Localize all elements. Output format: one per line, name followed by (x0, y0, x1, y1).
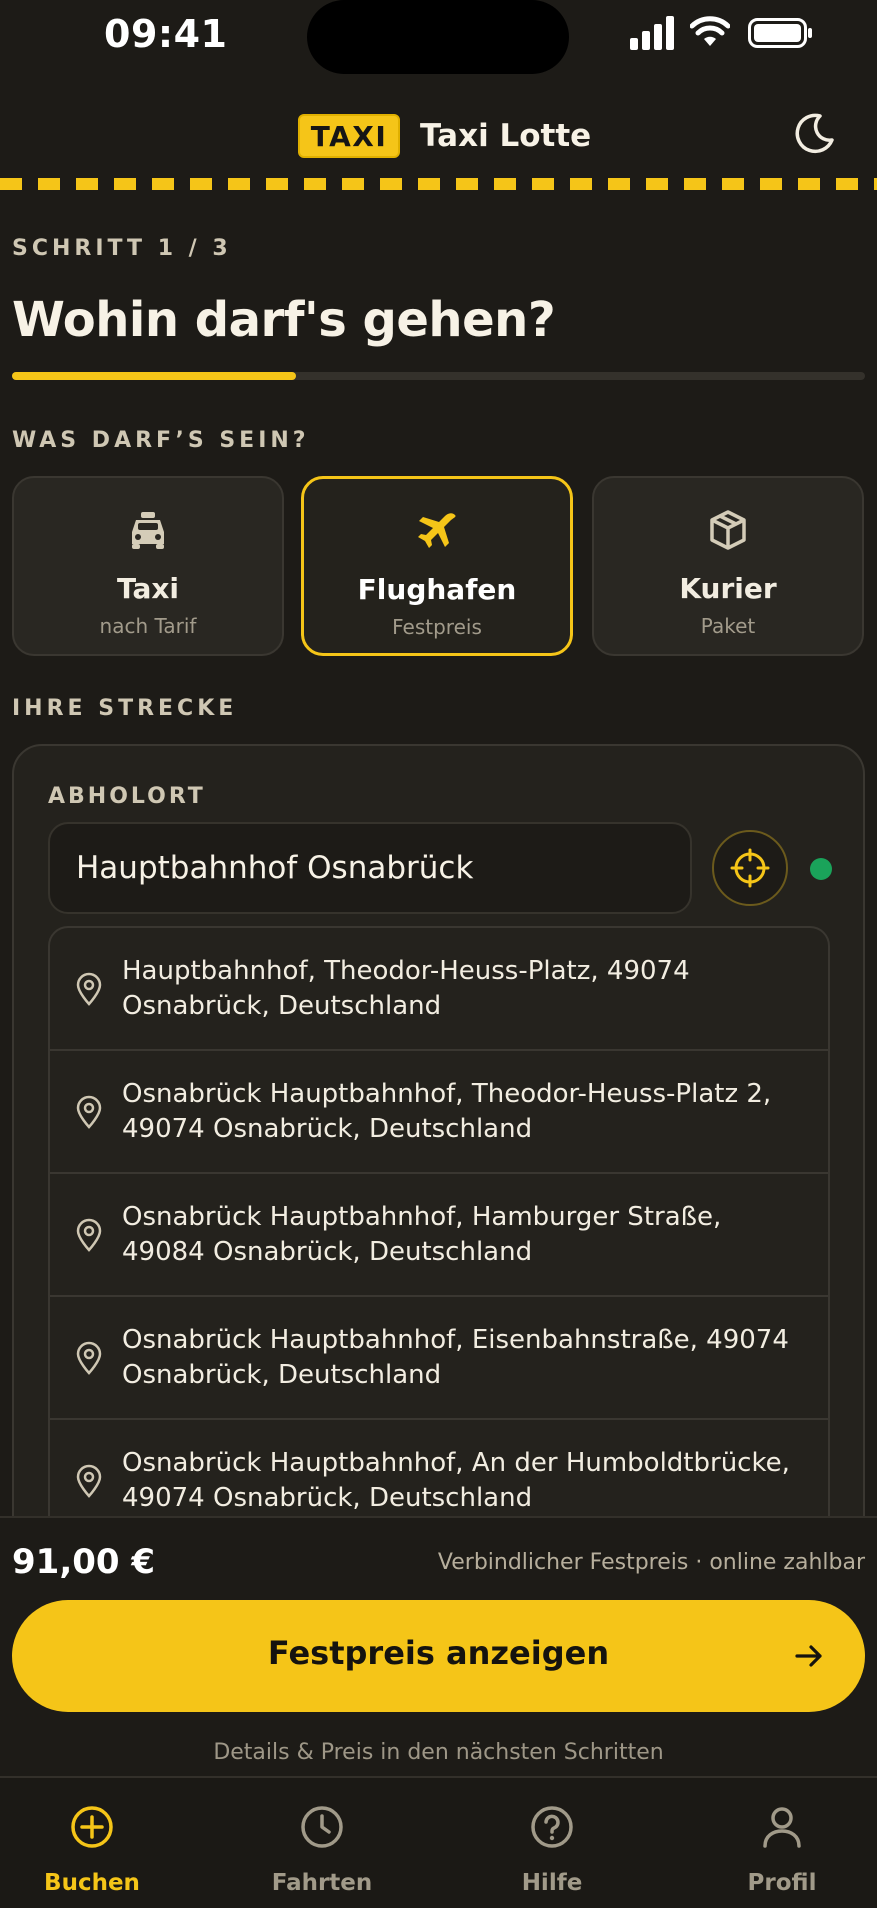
bottom-tab-bar: Buchen Fahrten Hilfe Profil (0, 1776, 877, 1908)
cta-label: Festpreis anzeigen (267, 1634, 610, 1672)
app-screen: 09:41 TAXI Taxi Lotte SCHRITT 1 / 3 Wohi… (0, 0, 877, 1908)
help-circle-icon (531, 1806, 573, 1848)
service-name: Kurier (679, 572, 777, 605)
service-name: Taxi (116, 572, 180, 605)
map-pin-icon (76, 1095, 102, 1129)
map-pin-icon (76, 1218, 102, 1252)
map-pin-icon (76, 1464, 102, 1498)
cellular-signal-icon (630, 16, 674, 50)
address-suggestions-list: Hauptbahnhof, Theodor-Heuss-Platz, 49074… (48, 926, 830, 1562)
clock-icon (301, 1806, 343, 1848)
price-footer: 91,00 € Verbindlicher Festpreis · online… (0, 1516, 877, 1778)
tab-hilfe[interactable]: Hilfe (452, 1778, 652, 1908)
car-icon (132, 512, 164, 549)
service-subtitle: Festpreis (392, 615, 482, 639)
status-time: 09:41 (104, 12, 228, 56)
app-header: TAXI Taxi Lotte (0, 86, 877, 178)
service-name: Flughafen (357, 573, 517, 606)
address-suggestion[interactable]: Osnabrück Hauptbahnhof, Theodor-Heuss-Pl… (50, 1051, 828, 1174)
arrow-right-icon (795, 1645, 822, 1667)
address-suggestion[interactable]: Hauptbahnhof, Theodor-Heuss-Platz, 49074… (50, 928, 828, 1051)
page-title: Wohin darf's gehen? (12, 292, 556, 348)
pickup-label: ABHOLORT (48, 784, 206, 809)
tab-buchen[interactable]: Buchen (0, 1778, 192, 1908)
price-note: Verbindlicher Festpreis · online zahlbar (437, 1550, 865, 1575)
tab-fahrten[interactable]: Fahrten (222, 1778, 422, 1908)
suggestion-text: Osnabrück Hauptbahnhof, Eisenbahnstraße,… (122, 1325, 789, 1390)
step-progress-bar (12, 372, 865, 380)
taxi-checker-stripe (0, 178, 877, 190)
step-indicator: SCHRITT 1 / 3 (12, 236, 232, 261)
suggestion-text: Osnabrück Hauptbahnhof, An der Humboldtb… (122, 1448, 790, 1513)
service-card-flughafen[interactable]: Flughafen Festpreis (301, 476, 573, 656)
app-title: Taxi Lotte (420, 118, 592, 154)
gps-status-dot (810, 858, 832, 880)
plus-circle-icon (71, 1806, 113, 1848)
address-suggestion[interactable]: Osnabrück Hauptbahnhof, Eisenbahnstraße,… (50, 1297, 828, 1420)
service-card-taxi[interactable]: Taxi nach Tarif (12, 476, 284, 656)
wifi-icon (690, 16, 730, 46)
taxi-logo-badge: TAXI (298, 114, 400, 158)
pickup-input[interactable]: Hauptbahnhof Osnabrück (48, 822, 692, 914)
service-subtitle: nach Tarif (99, 614, 197, 638)
step-progress-fill (12, 372, 297, 380)
locate-me-button[interactable] (712, 830, 788, 906)
battery-icon (748, 18, 812, 48)
tab-label: Hilfe (521, 1870, 583, 1896)
dynamic-island (307, 0, 569, 74)
price-value: 91,00 € (12, 1542, 156, 1582)
cta-hint: Details & Preis in den nächsten Schritte… (213, 1740, 664, 1765)
map-pin-icon (76, 1341, 102, 1375)
service-subtitle: Paket (700, 614, 756, 638)
user-icon (763, 1807, 801, 1848)
moon-icon[interactable] (790, 110, 838, 158)
package-icon (710, 510, 746, 550)
tab-label: Buchen (44, 1870, 140, 1896)
crosshair-icon (730, 848, 770, 888)
address-suggestion[interactable]: Osnabrück Hauptbahnhof, Hamburger Straße… (50, 1174, 828, 1297)
tab-label: Fahrten (271, 1870, 373, 1896)
route-card: ABHOLORT Hauptbahnhof Osnabrück Hauptbah… (12, 744, 865, 1564)
service-section-label: WAS DARF’S SEIN? (12, 428, 310, 453)
tab-label: Profil (747, 1870, 817, 1896)
map-pin-icon (76, 972, 102, 1006)
suggestion-text: Osnabrück Hauptbahnhof, Hamburger Straße… (122, 1202, 722, 1267)
suggestion-text: Osnabrück Hauptbahnhof, Theodor-Heuss-Pl… (122, 1079, 772, 1144)
show-fixed-price-button[interactable]: Festpreis anzeigen (12, 1600, 865, 1712)
service-card-kurier[interactable]: Kurier Paket (592, 476, 864, 656)
tab-profil[interactable]: Profil (682, 1778, 877, 1908)
route-section-label: IHRE STRECKE (12, 696, 238, 721)
status-bar: 09:41 (0, 0, 877, 74)
suggestion-text: Hauptbahnhof, Theodor-Heuss-Platz, 49074… (122, 956, 690, 1021)
plane-icon (418, 513, 456, 548)
